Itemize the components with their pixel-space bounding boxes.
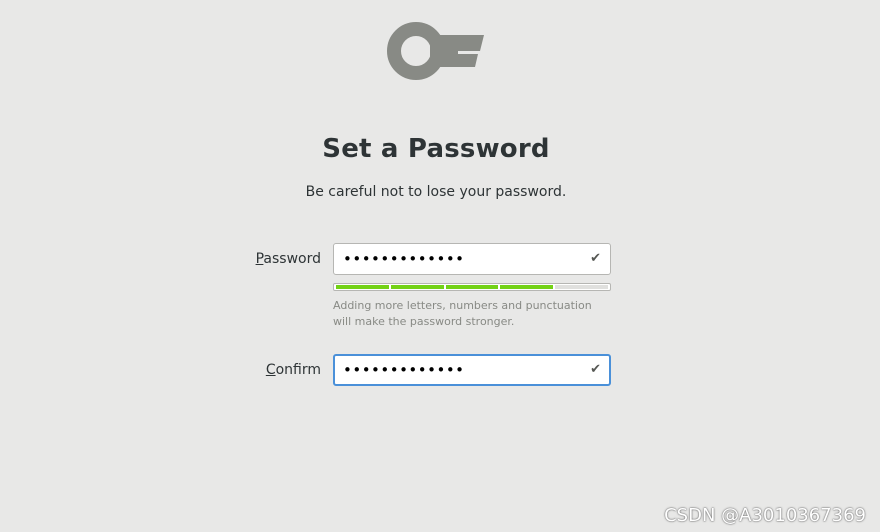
checkmark-icon: ✔ xyxy=(590,362,601,377)
gnome-initial-setup-password-page: Set a Password Be careful not to lose yo… xyxy=(0,0,880,532)
strength-segment xyxy=(500,285,554,289)
password-label-rest: assword xyxy=(263,251,321,267)
password-strength-bar xyxy=(333,283,611,291)
password-hint: Adding more letters, numbers and punctua… xyxy=(333,299,592,328)
key-icon xyxy=(387,22,484,80)
page-subtitle: Be careful not to lose your password. xyxy=(305,184,567,200)
confirm-label-rest: onfirm xyxy=(275,362,321,378)
strength-segment xyxy=(390,285,444,289)
checkmark-icon: ✔ xyxy=(590,251,601,266)
password-label: Password xyxy=(221,251,321,267)
watermark: CSDN @A3010367369 xyxy=(664,505,866,526)
confirm-label-mnemonic: C xyxy=(265,362,276,378)
password-input[interactable]: ••••••••••••• ✔ xyxy=(333,243,611,275)
strength-segment xyxy=(445,285,499,289)
password-masked-value: ••••••••••••• xyxy=(343,250,465,268)
strength-segment xyxy=(555,285,608,289)
confirm-label: Confirm xyxy=(221,362,321,378)
confirm-masked-value: ••••••••••••• xyxy=(343,361,465,379)
confirm-password-input[interactable]: ••••••••••••• ✔ xyxy=(333,354,611,386)
strength-segment xyxy=(336,285,389,289)
page-title: Set a Password xyxy=(322,134,550,164)
